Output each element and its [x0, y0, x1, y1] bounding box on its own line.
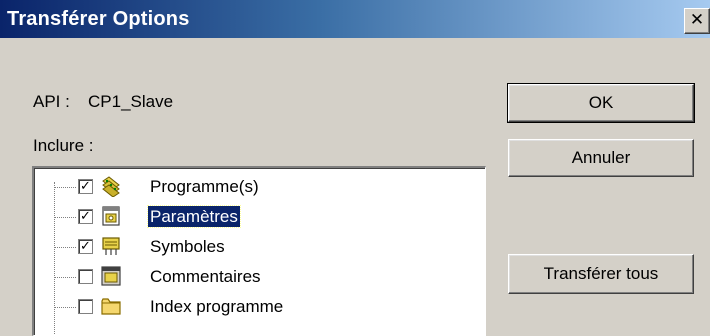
tree-item-comments[interactable]: Commentaires — [34, 262, 474, 292]
include-label: Inclure : — [33, 136, 94, 155]
programs-checkbox[interactable]: ✓ — [78, 179, 93, 194]
program-index-checkbox[interactable] — [78, 299, 93, 314]
transfer-all-button[interactable]: Transférer tous — [508, 254, 694, 294]
parameters-checkbox[interactable]: ✓ — [78, 209, 93, 224]
tree-item-parameters[interactable]: ✓ Paramètres — [34, 202, 474, 232]
comments-label: Commentaires — [150, 267, 261, 286]
folder-icon — [101, 298, 121, 315]
programs-label: Programme(s) — [150, 177, 259, 196]
comments-checkbox[interactable] — [78, 269, 93, 284]
program-index-label: Index programme — [150, 297, 284, 316]
symbols-checkbox[interactable]: ✓ — [78, 239, 93, 254]
comments-icon — [101, 266, 121, 286]
cancel-button-label: Annuler — [571, 148, 631, 167]
symbols-icon — [102, 237, 120, 255]
title-bar[interactable]: Transférer Options ✕ — [0, 0, 710, 38]
api-value: CP1_Slave — [88, 92, 174, 111]
cancel-button[interactable]: Annuler — [508, 139, 694, 177]
parameters-icon — [102, 206, 120, 226]
window-title: Transférer Options — [7, 8, 190, 30]
close-icon: ✕ — [689, 10, 705, 30]
include-tree[interactable]: ✓ Programme(s) ✓ Paramètres ✓ Symboles C… — [32, 166, 486, 336]
transfer-all-button-label: Transférer tous — [543, 264, 659, 283]
symbols-label: Symboles — [150, 237, 225, 256]
ok-button-label: OK — [588, 93, 614, 112]
close-button[interactable]: ✕ — [684, 8, 710, 34]
parameters-label: Paramètres — [147, 205, 241, 228]
api-label: API : — [33, 92, 70, 111]
tree-item-symbols[interactable]: ✓ Symboles — [34, 232, 474, 262]
program-icon — [102, 176, 120, 197]
tree-item-programs[interactable]: ✓ Programme(s) — [34, 172, 474, 202]
tree-item-program-index[interactable]: Index programme — [34, 292, 474, 322]
ok-button[interactable]: OK — [507, 83, 695, 123]
